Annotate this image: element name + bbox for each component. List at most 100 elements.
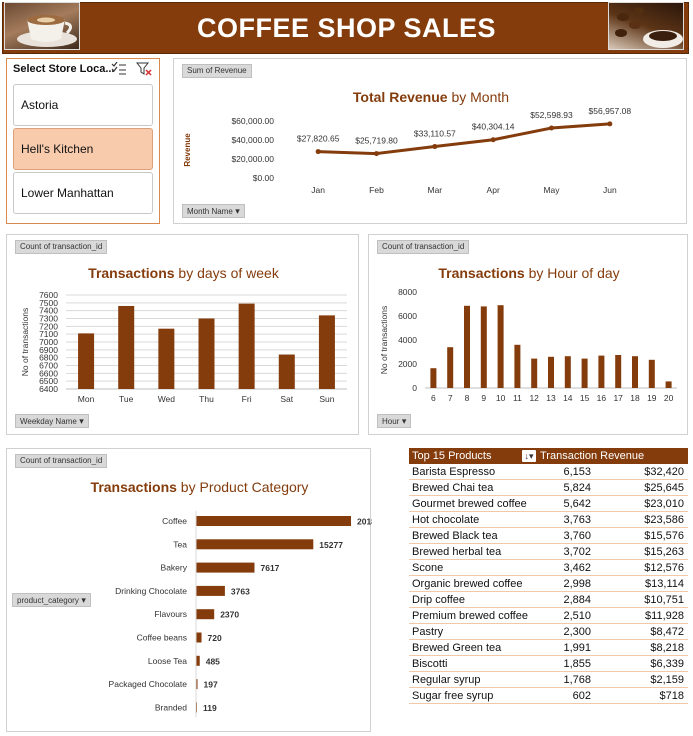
product-name-cell: Brewed herbal tea (412, 546, 502, 558)
transaction-revenue-cell: $23,010 (644, 498, 684, 510)
category-y-tick: Loose Tea (148, 656, 187, 666)
weekday-x-tick: Sun (319, 394, 334, 404)
revenue-x-tick: Mar (428, 185, 443, 195)
category-axis-field-button[interactable]: product_category (12, 593, 91, 607)
category-data-label: 20187 (357, 517, 372, 527)
hour-x-tick: 13 (546, 393, 556, 403)
table-row: Biscotti 1,855 $6,339 (409, 656, 688, 672)
hour-y-tick: 4000 (398, 335, 417, 345)
hour-x-tick: 11 (513, 393, 522, 403)
revenue-line-chart: Revenue $0.00 $20,000.00 $40,000.00 $60,000.… (183, 106, 631, 195)
hour-axis-field-button[interactable]: Hour (377, 414, 412, 428)
category-bar (196, 585, 225, 596)
transaction-count-cell: 2,300 (563, 626, 591, 638)
transaction-count-cell: 3,462 (563, 562, 591, 574)
category-y-tick: Tea (173, 539, 187, 549)
revenue-data-point (315, 149, 321, 155)
slicer-item-hells-kitchen[interactable]: Hell's Kitchen (13, 128, 153, 170)
table-row: Barista Espresso 6,153 $32,420 (409, 464, 688, 480)
coffee-beans-image (608, 2, 684, 50)
weekday-x-tick: Wed (158, 394, 176, 404)
product-name-cell: Drip coffee (412, 594, 465, 606)
category-y-tick: Bakery (161, 563, 188, 573)
revenue-x-tick: May (543, 185, 560, 195)
transaction-count-cell: 2,510 (563, 610, 591, 622)
hour-bar (665, 381, 672, 388)
product-name-cell: Brewed Green tea (412, 642, 502, 654)
hour-bar (497, 305, 504, 388)
transaction-revenue-cell: $12,576 (644, 562, 684, 574)
hour-bar (531, 358, 538, 388)
coffee-cup-image (4, 2, 80, 50)
category-bar (196, 655, 200, 666)
transaction-count-cell: 1,991 (563, 642, 591, 654)
category-y-tick: Coffee (162, 516, 187, 526)
weekday-x-tick: Tue (119, 394, 134, 404)
weekday-bar (198, 318, 215, 389)
weekday-axis-field-button[interactable]: Weekday Name (15, 414, 89, 428)
transaction-revenue-cell: $718 (659, 690, 684, 702)
hour-bar (548, 356, 554, 388)
category-bar (196, 539, 314, 550)
table-row: Brewed Green tea 1,991 $8,218 (409, 640, 688, 656)
hour-x-tick: 14 (563, 393, 573, 403)
revenue-data-label: $52,598.93 (530, 110, 573, 120)
revenue-x-tick: Jun (603, 185, 617, 195)
table-row: Pastry 2,300 $8,472 (409, 624, 688, 640)
transaction-revenue-cell: $32,420 (644, 466, 684, 478)
category-bar (196, 609, 215, 620)
revenue-data-label: $33,110.57 (414, 129, 456, 139)
category-y-tick: Flavours (154, 609, 187, 619)
hour-x-tick: 20 (664, 393, 674, 403)
weekday-bar-chart: No of transactions6400650066006700680069… (20, 290, 347, 404)
product-name-cell: Premium brewed coffee (412, 610, 528, 622)
revenue-x-tick: Feb (369, 185, 384, 195)
category-y-tick: Packaged Chocolate (109, 679, 188, 689)
category-bar-chart: Coffee 20187 Tea 15277 Bakery 7617 Drinking Ch… (109, 511, 372, 718)
table-row: Brewed herbal tea 3,702 $15,263 (409, 544, 688, 560)
revenue-y-tick: $0.00 (253, 173, 275, 183)
hour-x-tick: 18 (630, 393, 640, 403)
hour-x-tick: 10 (496, 393, 506, 403)
weekday-y-axis-label: No of transactions (20, 308, 30, 377)
transaction-count-cell: 5,642 (563, 498, 591, 510)
table-header: Top 15 Products ↓▾ Transaction Revenue (409, 448, 688, 464)
revenue-data-label: $40,304.14 (472, 122, 515, 132)
hour-x-tick: 8 (465, 393, 470, 403)
revenue-by-month-panel: Sum of Revenue Total Revenue by Month Re… (173, 58, 687, 224)
revenue-y-tick: $60,000.00 (231, 116, 274, 126)
category-data-label: 197 (204, 680, 218, 690)
hour-transactions-panel: Count of transaction_id Transactions by … (368, 234, 688, 435)
clear-filter-icon[interactable] (136, 62, 152, 76)
slicer-item-lower-manhattan[interactable]: Lower Manhattan (13, 172, 153, 214)
transaction-count-cell: 2,884 (563, 594, 591, 606)
transaction-count-cell: 602 (572, 690, 591, 702)
revenue-y-tick: $40,000.00 (231, 135, 274, 145)
revenue-data-point (432, 144, 438, 150)
table-row: Regular syrup 1,768 $2,159 (409, 672, 688, 688)
product-name-cell: Barista Espresso (412, 466, 496, 478)
hour-x-tick: 17 (613, 393, 623, 403)
store-location-slicer: Select Store Loca... Astoria Hell's Kitc… (6, 58, 160, 224)
month-axis-field-button[interactable]: Month Name (182, 204, 245, 218)
weekday-x-tick: Sat (280, 394, 293, 404)
hour-x-tick: 9 (481, 393, 486, 403)
dashboard-title: COFFEE SHOP SALES (196, 13, 497, 43)
hour-bar (615, 355, 622, 388)
hour-bar (648, 359, 655, 388)
sort-filter-icon[interactable]: ↓▾ (522, 450, 536, 462)
revenue-x-tick: Apr (487, 185, 500, 195)
product-name-cell: Organic brewed coffee (412, 578, 523, 590)
hour-x-tick: 19 (647, 393, 657, 403)
hour-bar (632, 356, 638, 388)
weekday-transactions-panel: Count of transaction_id Transactions by … (6, 234, 359, 435)
category-data-label: 15277 (319, 540, 343, 550)
multi-select-icon[interactable] (111, 62, 127, 76)
table-row: Organic brewed coffee 2,998 $13,114 (409, 576, 688, 592)
weekday-bar (318, 315, 335, 389)
transaction-count-cell: 3,760 (563, 530, 591, 542)
hour-bar (430, 368, 437, 388)
slicer-item-astoria[interactable]: Astoria (13, 84, 153, 126)
hour-x-tick: 15 (580, 393, 590, 403)
transaction-revenue-cell: $15,263 (644, 546, 684, 558)
